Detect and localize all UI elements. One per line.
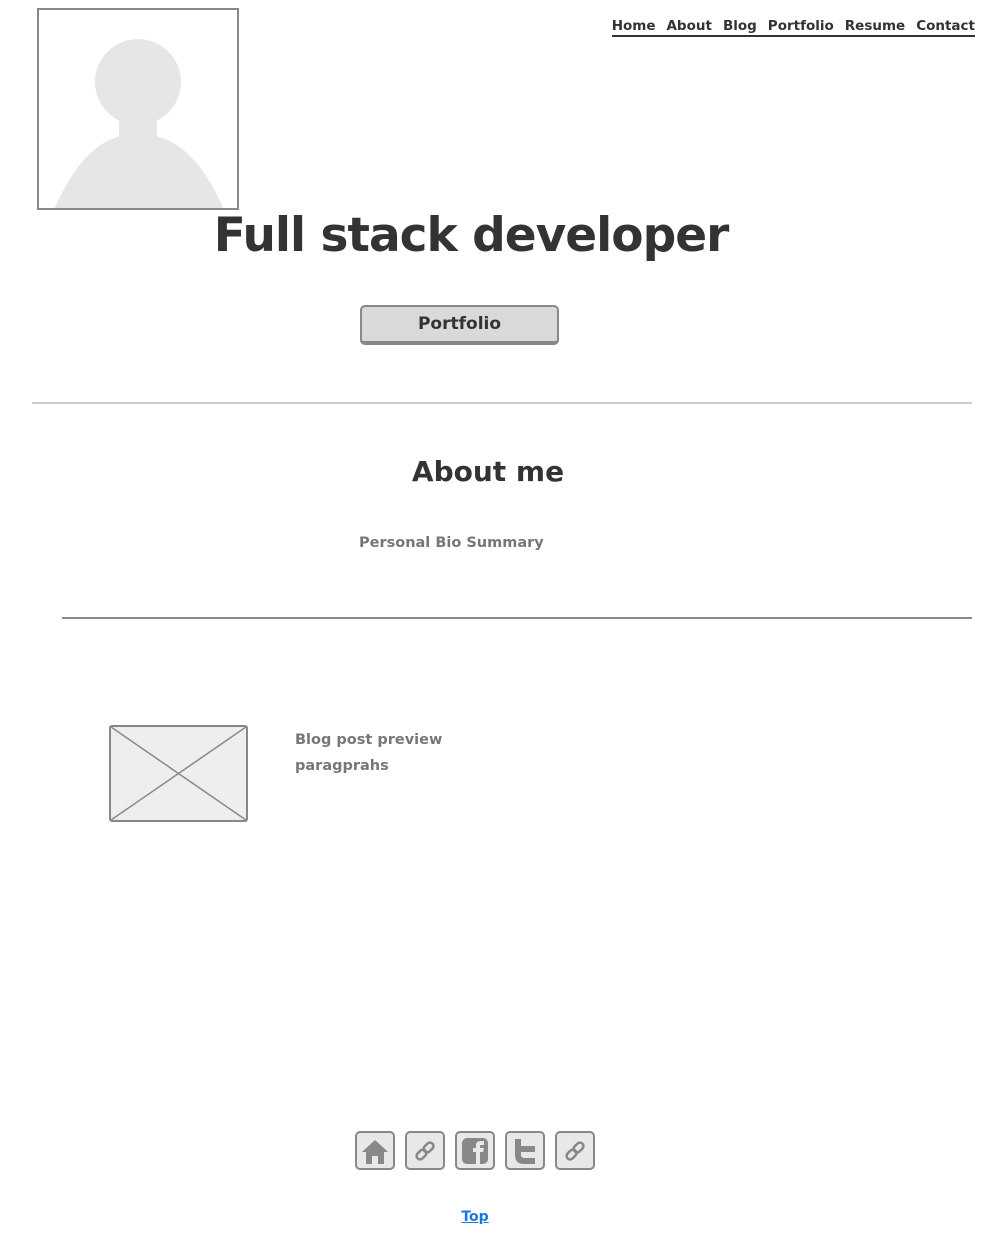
- blog-preview-line: Blog post preview: [295, 732, 443, 748]
- nav-home[interactable]: Home: [612, 18, 656, 35]
- top-nav: Home About Blog Portfolio Resume Contact: [611, 18, 975, 37]
- link-icon[interactable]: [405, 1131, 445, 1170]
- blog-image-placeholder: [109, 725, 248, 822]
- nav-resume[interactable]: Resume: [845, 18, 905, 35]
- facebook-icon[interactable]: [455, 1131, 495, 1170]
- image-placeholder-icon: [110, 726, 247, 821]
- nav-blog[interactable]: Blog: [723, 18, 757, 35]
- link-icon[interactable]: [555, 1131, 595, 1170]
- back-to-top: Top: [0, 1209, 950, 1225]
- top-link[interactable]: Top: [461, 1209, 488, 1225]
- social-icons: [355, 1131, 595, 1170]
- twitter-icon[interactable]: [505, 1131, 545, 1170]
- portfolio-button[interactable]: Portfolio: [360, 305, 559, 345]
- hero-title: Full stack developer: [213, 208, 730, 263]
- bio-summary: Personal Bio Summary: [359, 535, 544, 551]
- divider: [62, 617, 972, 619]
- divider: [32, 402, 972, 404]
- profile-avatar: [37, 8, 239, 210]
- blog-preview: Blog post preview paragprahs: [295, 727, 442, 779]
- home-icon[interactable]: [355, 1131, 395, 1170]
- about-heading: About me: [411, 455, 565, 488]
- page: Home About Blog Portfolio Resume Contact…: [0, 0, 996, 1250]
- nav-portfolio[interactable]: Portfolio: [768, 18, 834, 35]
- nav-contact[interactable]: Contact: [916, 18, 975, 35]
- user-silhouette-icon: [54, 39, 224, 208]
- nav-about[interactable]: About: [666, 18, 711, 35]
- blog-preview-line: paragprahs: [295, 758, 389, 774]
